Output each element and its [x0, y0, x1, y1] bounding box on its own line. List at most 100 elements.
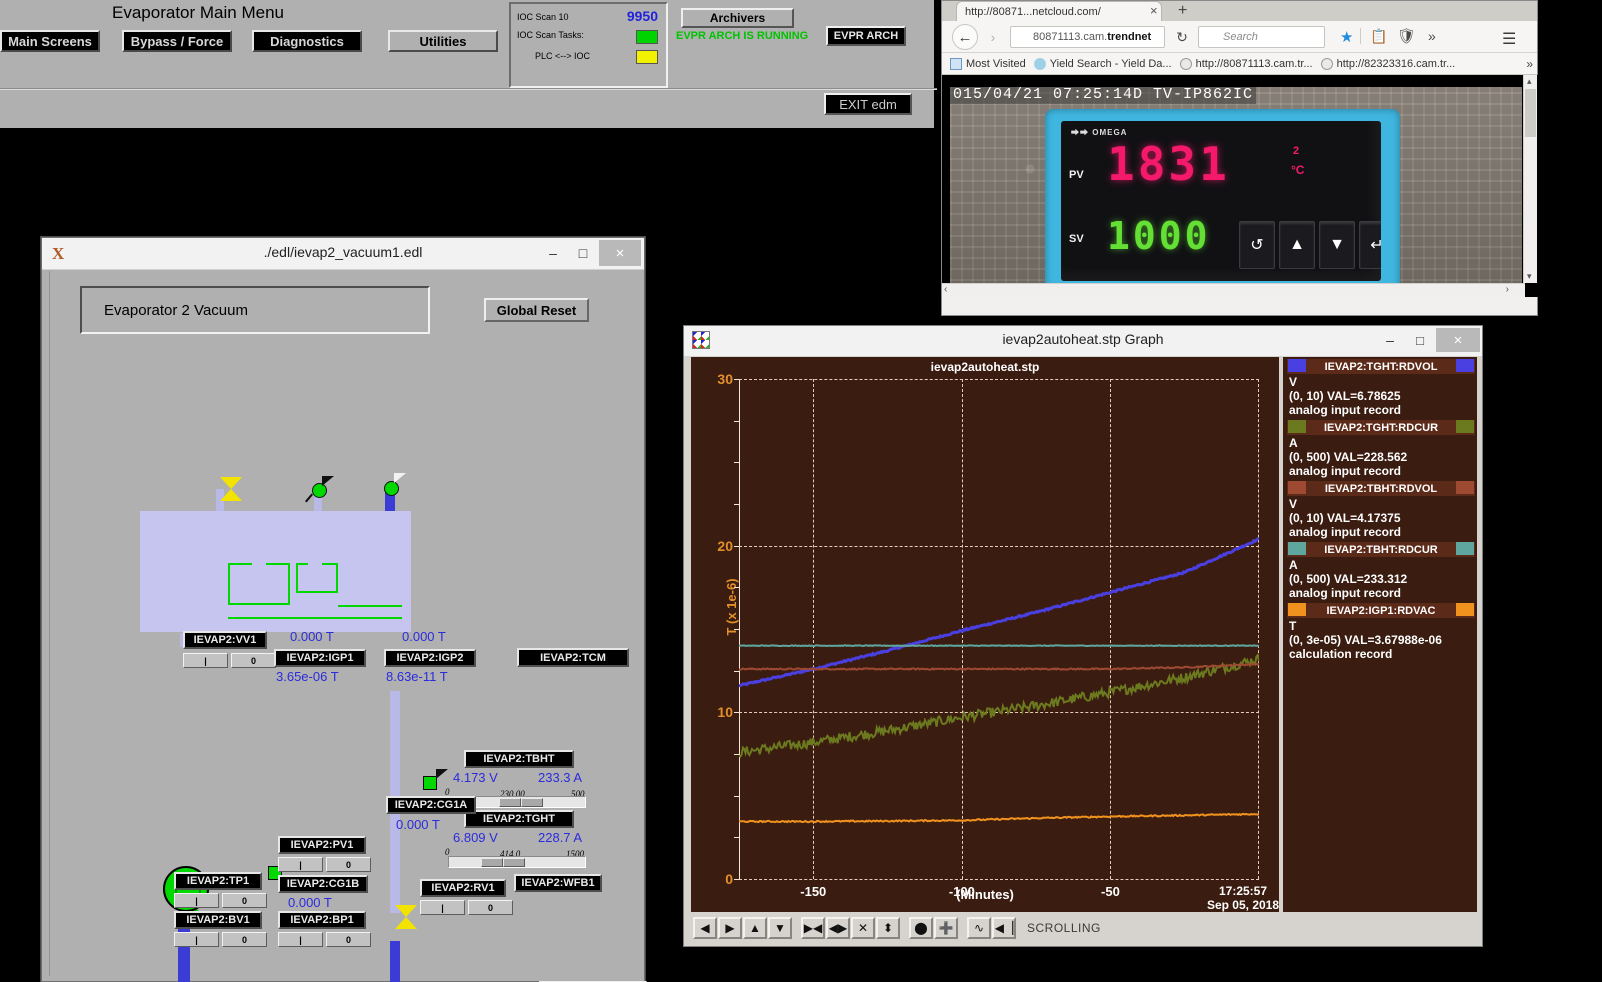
waveform-icon[interactable]: ∿	[967, 917, 991, 939]
tght-slider[interactable]	[448, 856, 586, 868]
tag-rv1[interactable]: IEVAP2:RV1	[420, 879, 506, 897]
tag-wfb1[interactable]: IEVAP2:WFB1	[514, 874, 602, 892]
heater-lead-c	[296, 563, 308, 565]
overflow-chevron-icon[interactable]: »	[1428, 28, 1436, 44]
arrow-down-icon[interactable]: ▼	[768, 917, 792, 939]
heater-bus-2	[228, 617, 402, 619]
tag-igp1[interactable]: IEVAP2:IGP1	[274, 649, 366, 667]
shrink-vertical-icon[interactable]: ✕	[851, 917, 875, 939]
tag-pv1[interactable]: IEVAP2:PV1	[278, 836, 366, 854]
new-tab-icon[interactable]: +	[1178, 2, 1187, 20]
bv1-off-button[interactable]: 0	[222, 932, 267, 947]
expand-horizontal-icon[interactable]: ◀▶	[826, 917, 850, 939]
scroll-right-icon[interactable]: ›	[1506, 284, 1509, 295]
bookmark-item[interactable]: Most Visited	[950, 57, 1026, 70]
reset-key-icon[interactable]: ↺	[1239, 221, 1275, 269]
tag-cg1a[interactable]: IEVAP2:CG1A	[386, 796, 476, 814]
vv1-on-button[interactable]: |	[183, 653, 228, 668]
arrow-up-icon[interactable]: ▲	[743, 917, 767, 939]
archivers-button[interactable]: Archivers	[681, 8, 794, 28]
legend-color-swatch-left	[1288, 420, 1306, 433]
bookmarks-overflow-icon[interactable]: »	[1526, 57, 1533, 71]
tbht-slider-thumb2[interactable]	[521, 798, 543, 807]
maximize-icon[interactable]: □	[1406, 328, 1434, 352]
tag-bp1[interactable]: IEVAP2:BP1	[278, 911, 366, 929]
diagnostics-button[interactable]: Diagnostics	[252, 30, 362, 52]
legend-color-swatch-right	[1456, 603, 1474, 616]
tag-igp2[interactable]: IEVAP2:IGP2	[384, 649, 476, 667]
rv1-off-button[interactable]: 0	[468, 900, 513, 915]
bv1-on-button[interactable]: |	[174, 932, 219, 947]
legend-header-0[interactable]: IEVAP2:TGHT:RDVOL	[1287, 359, 1475, 374]
circle-marker-icon[interactable]: ⬤	[909, 917, 933, 939]
bookmark-star-icon[interactable]: ★	[1340, 28, 1353, 46]
bp1-on-button[interactable]: |	[278, 932, 323, 947]
pocket-icon[interactable]: 🛡	[1397, 27, 1416, 45]
legend-header-3[interactable]: IEVAP2:TBHT:RDCUR	[1287, 542, 1475, 557]
tag-tp1[interactable]: IEVAP2:TP1	[174, 872, 262, 890]
scroll-down-icon[interactable]: ▾	[1527, 271, 1532, 282]
close-icon[interactable]: ×	[1150, 3, 1158, 18]
plus-marker-icon[interactable]: ➕	[934, 917, 958, 939]
browser-tab[interactable]: http://80871...netcloud.com/	[956, 1, 1162, 21]
tght-slider-thumb2[interactable]	[503, 858, 525, 867]
tbht-slider-thumb[interactable]	[499, 798, 521, 807]
tp1-off-button[interactable]: 0	[222, 893, 267, 908]
close-icon[interactable]: ×	[599, 240, 641, 266]
expand-vertical-icon[interactable]: ⬍	[876, 917, 900, 939]
rv1-on-button[interactable]: |	[420, 900, 465, 915]
vertical-scrollbar[interactable]: ▴ ▾	[1523, 75, 1537, 283]
maximize-icon[interactable]: □	[568, 240, 598, 266]
up-key-icon[interactable]: ▲	[1279, 221, 1315, 269]
vv1-off-button[interactable]: 0	[231, 653, 276, 668]
bypass-force-button[interactable]: Bypass / Force	[122, 30, 232, 52]
hamburger-menu-icon[interactable]: ☰	[1502, 29, 1516, 49]
scrollbar-thumb[interactable]	[1525, 89, 1536, 137]
legend-header-2[interactable]: IEVAP2:TBHT:RDVOL	[1287, 481, 1475, 496]
tag-tcm[interactable]: IEVAP2:TCM	[517, 648, 629, 667]
pv1-off-button[interactable]: 0	[326, 857, 371, 872]
address-bar[interactable]: 80871113.cam. trendnet	[1010, 26, 1165, 48]
scroll-left-icon[interactable]: ‹	[944, 284, 947, 295]
search-input[interactable]: Search	[1198, 26, 1325, 48]
exit-edm-button[interactable]: EXIT edm	[824, 93, 912, 115]
plot-area[interactable]: ievap2autoheat.stp T (x 1e-6) (Minutes) …	[691, 357, 1279, 912]
reload-icon[interactable]: ↻	[1172, 27, 1192, 47]
minimize-icon[interactable]: –	[1376, 328, 1404, 352]
tag-bv1[interactable]: IEVAP2:BV1	[174, 911, 262, 929]
pv1-on-button[interactable]: |	[278, 857, 323, 872]
bookmark-item[interactable]: Yield Search - Yield Da...	[1033, 57, 1172, 70]
forward-arrow-icon[interactable]: ›	[982, 26, 1004, 48]
close-icon[interactable]: ×	[1436, 328, 1480, 352]
arrow-right-icon[interactable]: ▶	[718, 917, 742, 939]
utilities-button[interactable]: Utilities	[388, 30, 498, 52]
enter-key-icon[interactable]: ↵	[1359, 221, 1381, 269]
tag-tbht[interactable]: IEVAP2:TBHT	[464, 750, 574, 768]
down-key-icon[interactable]: ▼	[1319, 221, 1355, 269]
tag-vv1[interactable]: IEVAP2:VV1	[183, 631, 267, 649]
legend-header-1[interactable]: IEVAP2:TGHT:RDCUR	[1287, 420, 1475, 435]
legend-header-4[interactable]: IEVAP2:IGP1:RDVAC	[1287, 603, 1475, 618]
bookmark-item[interactable]: http://80871113.cam.tr...	[1179, 57, 1313, 70]
igp2-top-readout: 0.000 T	[402, 629, 446, 644]
bookmark-item[interactable]: http://82323316.cam.tr...	[1320, 57, 1455, 70]
minimize-icon[interactable]: –	[538, 240, 568, 266]
main-screens-button[interactable]: Main Screens	[0, 30, 100, 52]
tag-cg1b[interactable]: IEVAP2:CG1B	[278, 875, 368, 893]
tp1-on-button[interactable]: |	[174, 893, 219, 908]
tag-tght[interactable]: IEVAP2:TGHT	[464, 810, 574, 828]
step-back-icon[interactable]: ◀▕	[992, 917, 1016, 939]
global-reset-button[interactable]: Global Reset	[484, 298, 589, 322]
bp1-off-button[interactable]: 0	[326, 932, 371, 947]
back-arrow-icon[interactable]: ←	[952, 24, 978, 50]
igp2-gauge-icon[interactable]	[384, 481, 399, 496]
reader-mode-icon[interactable]: 📋	[1370, 28, 1387, 45]
cg1a-gauge-icon[interactable]	[423, 776, 437, 790]
globe-icon	[1320, 57, 1333, 70]
shrink-horizontal-icon[interactable]: ▶◀	[801, 917, 825, 939]
horizontal-scrollbar[interactable]: ‹ ›	[942, 283, 1525, 297]
arrow-left-icon[interactable]: ◀	[693, 917, 717, 939]
tght-slider-thumb[interactable]	[481, 858, 503, 867]
evpr-arch-button[interactable]: EVPR ARCH	[826, 26, 906, 46]
scroll-up-icon[interactable]: ▴	[1527, 76, 1532, 87]
